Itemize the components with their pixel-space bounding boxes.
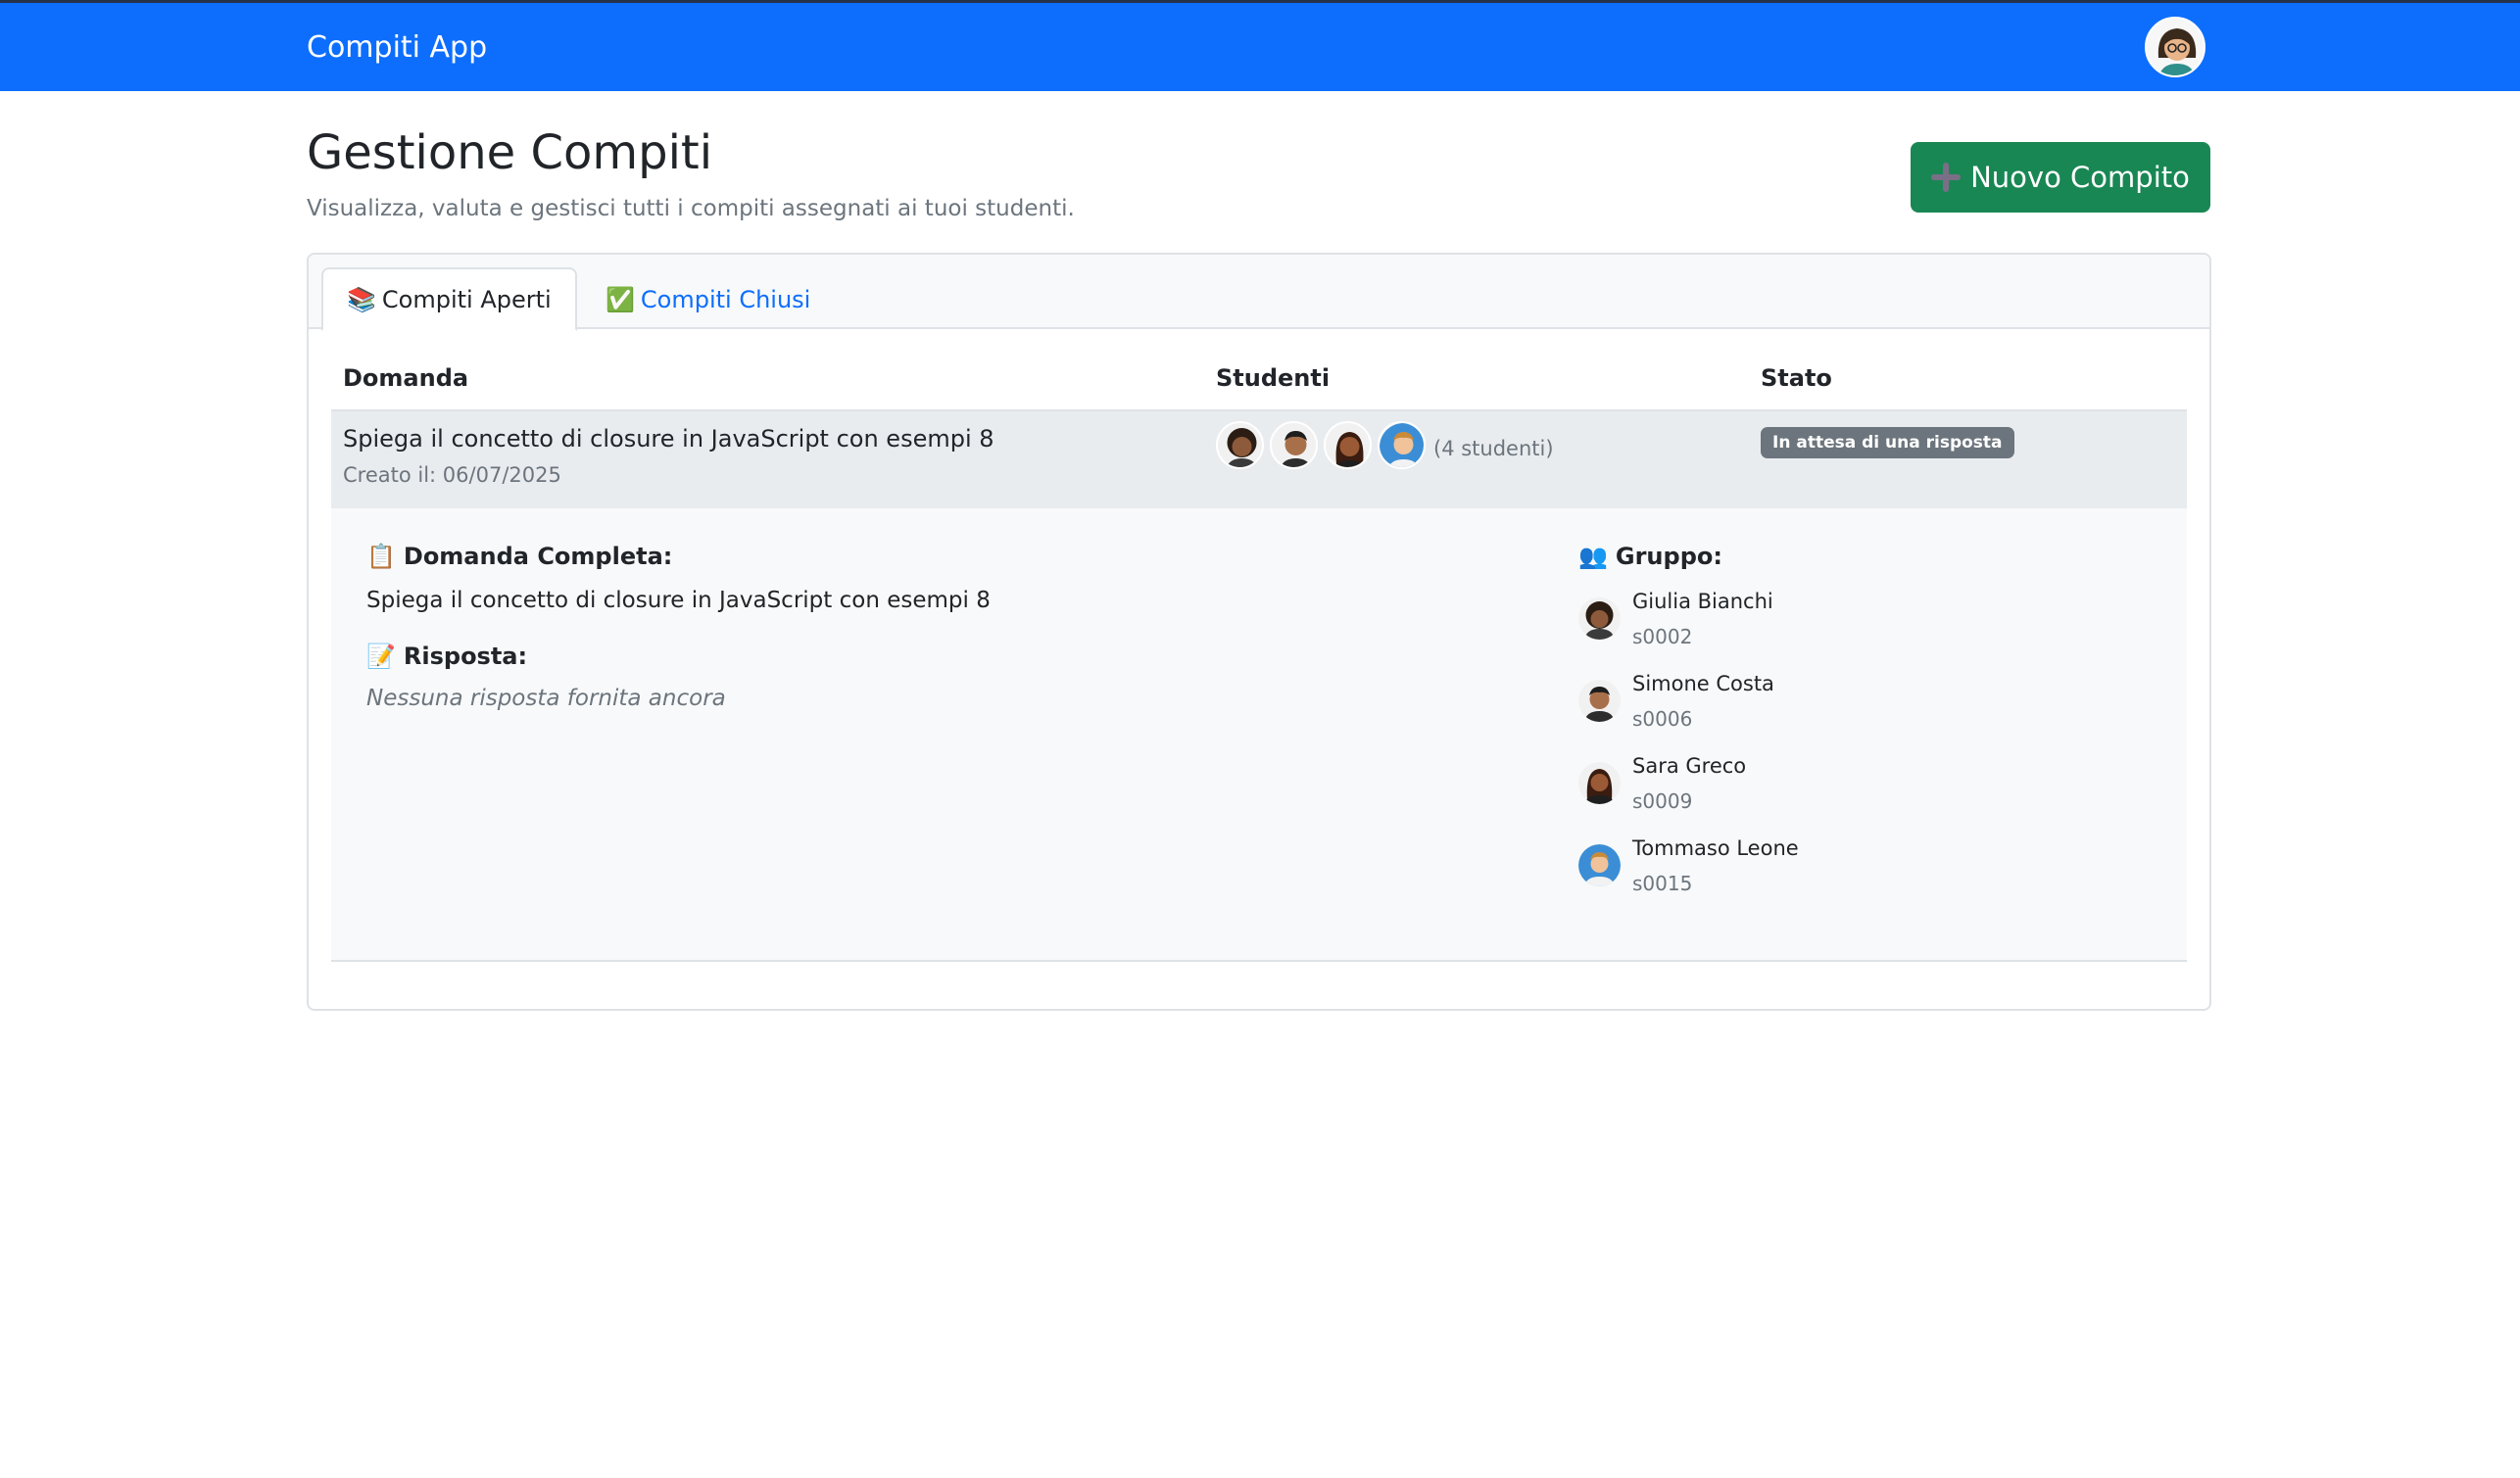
tab-closed-tasks[interactable]: ✅ Compiti Chiusi — [582, 267, 834, 331]
page-subtitle: Visualizza, valuta e gestisci tutti i co… — [307, 196, 1075, 221]
student-avatar-icon — [1378, 421, 1426, 469]
task-question: Spiega il concetto di closure in JavaScr… — [343, 425, 994, 453]
answer-label: Risposta: — [403, 643, 528, 670]
books-icon: 📚 — [347, 285, 376, 313]
member-name: Simone Costa — [1632, 672, 1774, 695]
member-id: s0006 — [1632, 707, 1693, 731]
clipboard-icon: 📋 — [366, 543, 396, 570]
task-detail-panel — [331, 508, 2187, 962]
tab-open-tasks-label: Compiti Aperti — [381, 285, 552, 313]
new-task-button-label: Nuovo Compito — [1970, 161, 2190, 194]
column-header-status: Stato — [1761, 364, 1832, 392]
answer-heading: 📝 Risposta: — [366, 643, 527, 670]
member-id: s0002 — [1632, 625, 1693, 648]
student-avatar-icon — [1216, 421, 1264, 469]
member-name: Sara Greco — [1632, 754, 1747, 778]
tab-closed-tasks-label: Compiti Chiusi — [640, 285, 811, 313]
member-id: s0015 — [1632, 872, 1693, 895]
member-avatar-icon — [1578, 762, 1621, 804]
group-label: Gruppo: — [1615, 543, 1722, 570]
member-avatar-icon — [1578, 844, 1621, 886]
plus-icon — [1931, 163, 1962, 192]
member-name: Tommaso Leone — [1632, 836, 1799, 860]
page-title: Gestione Compiti — [307, 125, 713, 180]
tabs-header: 📚 Compiti Aperti ✅ Compiti Chiusi — [309, 255, 2209, 331]
student-avatars — [1216, 421, 1426, 469]
new-task-button[interactable]: Nuovo Compito — [1911, 142, 2210, 213]
column-header-question: Domanda — [343, 364, 469, 392]
status-badge: In attesa di una risposta — [1761, 427, 2014, 458]
brand-link[interactable]: Compiti App — [307, 30, 487, 65]
column-header-students: Studenti — [1216, 364, 1331, 392]
student-count: (4 studenti) — [1433, 437, 1554, 460]
member-id: s0009 — [1632, 789, 1693, 813]
group-icon: 👥 — [1578, 543, 1608, 570]
memo-icon: 📝 — [366, 643, 396, 670]
member-name: Giulia Bianchi — [1632, 590, 1773, 613]
member-avatar-icon — [1578, 597, 1621, 640]
student-avatar-icon — [1324, 421, 1372, 469]
group-heading: 👥 Gruppo: — [1578, 543, 1722, 570]
navbar: Compiti App — [0, 0, 2520, 91]
student-avatar-icon — [1270, 421, 1318, 469]
full-question-label: Domanda Completa: — [403, 543, 673, 570]
tab-open-tasks[interactable]: 📚 Compiti Aperti — [321, 267, 577, 331]
full-question-heading: 📋 Domanda Completa: — [366, 543, 672, 570]
full-question-text: Spiega il concetto di closure in JavaScr… — [366, 588, 991, 613]
answer-text: Nessuna risposta fornita ancora — [366, 686, 726, 711]
check-icon: ✅ — [606, 285, 635, 313]
member-avatar-icon — [1578, 680, 1621, 722]
teacher-avatar-icon[interactable] — [2145, 17, 2205, 77]
task-created-date: Creato il: 06/07/2025 — [343, 463, 561, 487]
